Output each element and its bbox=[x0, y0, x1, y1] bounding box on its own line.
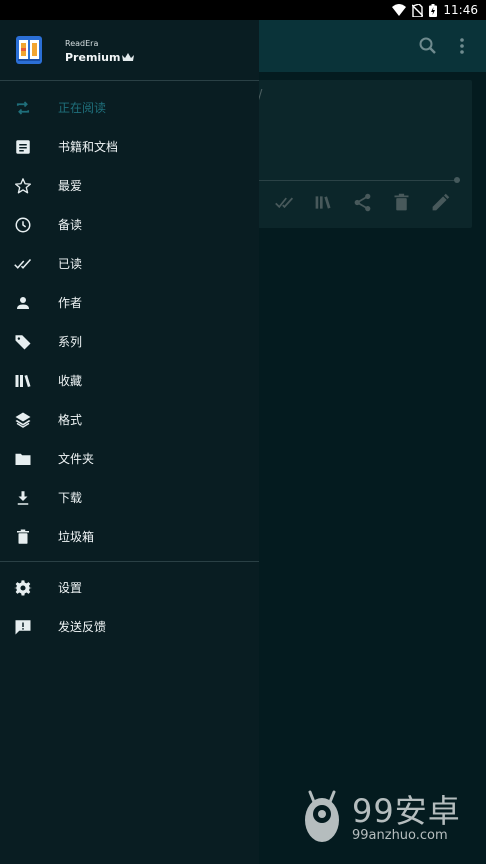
layers-icon bbox=[12, 409, 34, 431]
status-bar: 11:46 bbox=[0, 0, 486, 20]
header-divider bbox=[0, 80, 259, 81]
menu-label: 发送反馈 bbox=[58, 620, 107, 634]
menu-item-downloads[interactable]: 下载 bbox=[0, 478, 259, 517]
menu-item-trash[interactable]: 垃圾箱 bbox=[0, 517, 259, 556]
brand-tier: Premium bbox=[65, 51, 121, 64]
folder-icon bbox=[12, 448, 34, 470]
watermark-title: 99安卓 bbox=[352, 792, 461, 830]
status-time: 11:46 bbox=[443, 3, 478, 17]
gear-icon bbox=[12, 577, 34, 599]
feedback-icon bbox=[12, 616, 34, 638]
menu-label: 收藏 bbox=[58, 374, 83, 388]
book-card[interactable]: / bbox=[240, 80, 472, 228]
menu-item-to-read[interactable]: 备读 bbox=[0, 205, 259, 244]
no-sim-icon bbox=[412, 3, 424, 17]
navigation-drawer: ReadEra Premium 正在阅读 书籍和文档 最爱 备读 已读 作者 系… bbox=[0, 20, 259, 864]
star-icon bbox=[12, 175, 34, 197]
menu-label: 设置 bbox=[58, 581, 83, 595]
menu-label: 文件夹 bbox=[58, 452, 95, 466]
double-check-icon bbox=[12, 253, 34, 275]
collection-icon[interactable] bbox=[313, 192, 334, 213]
watermark-mascot-icon bbox=[305, 790, 339, 842]
person-icon bbox=[12, 292, 34, 314]
menu-item-series[interactable]: 系列 bbox=[0, 322, 259, 361]
crown-icon bbox=[122, 53, 134, 62]
edit-icon[interactable] bbox=[430, 192, 451, 213]
progress-line bbox=[248, 180, 460, 181]
menu-item-folders[interactable]: 文件夹 bbox=[0, 439, 259, 478]
mark-read-icon[interactable] bbox=[274, 192, 295, 213]
menu-label: 下载 bbox=[58, 491, 83, 505]
wifi-icon bbox=[392, 4, 407, 16]
menu-item-have-read[interactable]: 已读 bbox=[0, 244, 259, 283]
readera-logo-icon bbox=[16, 36, 42, 64]
drawer-header: ReadEra Premium bbox=[0, 20, 259, 80]
menu-item-reading[interactable]: 正在阅读 bbox=[0, 88, 259, 127]
menu-label: 系列 bbox=[58, 335, 83, 349]
search-icon[interactable] bbox=[416, 34, 440, 58]
repeat-icon bbox=[12, 97, 34, 119]
tag-icon bbox=[12, 331, 34, 353]
menu-label: 垃圾箱 bbox=[58, 530, 95, 544]
menu-item-send-feedback[interactable]: 发送反馈 bbox=[0, 607, 259, 646]
menu-label: 最爱 bbox=[58, 179, 83, 193]
document-icon bbox=[12, 136, 34, 158]
menu-item-formats[interactable]: 格式 bbox=[0, 400, 259, 439]
menu-label: 备读 bbox=[58, 218, 83, 232]
watermark: 99安卓 99anzhuo.com bbox=[296, 784, 476, 854]
menu-label: 作者 bbox=[58, 296, 83, 310]
watermark-url: 99anzhuo.com bbox=[352, 828, 448, 843]
menu-item-collections[interactable]: 收藏 bbox=[0, 361, 259, 400]
menu-divider bbox=[0, 561, 259, 562]
menu-item-authors[interactable]: 作者 bbox=[0, 283, 259, 322]
progress-dot bbox=[454, 177, 460, 183]
menu-label: 书籍和文档 bbox=[58, 140, 119, 154]
clock-icon bbox=[12, 214, 34, 236]
delete-icon[interactable] bbox=[391, 192, 412, 213]
menu-label: 格式 bbox=[58, 413, 83, 427]
battery-icon bbox=[429, 3, 438, 17]
trash-icon bbox=[12, 526, 34, 548]
brand-name: ReadEra bbox=[65, 39, 99, 48]
menu-label: 已读 bbox=[58, 257, 83, 271]
menu-item-books-documents[interactable]: 书籍和文档 bbox=[0, 127, 259, 166]
share-icon[interactable] bbox=[352, 192, 373, 213]
menu-item-settings[interactable]: 设置 bbox=[0, 568, 259, 607]
menu-label: 正在阅读 bbox=[58, 101, 107, 115]
download-icon bbox=[12, 487, 34, 509]
more-options-icon[interactable] bbox=[450, 34, 474, 58]
books-icon bbox=[12, 370, 34, 392]
menu-item-favorites[interactable]: 最爱 bbox=[0, 166, 259, 205]
